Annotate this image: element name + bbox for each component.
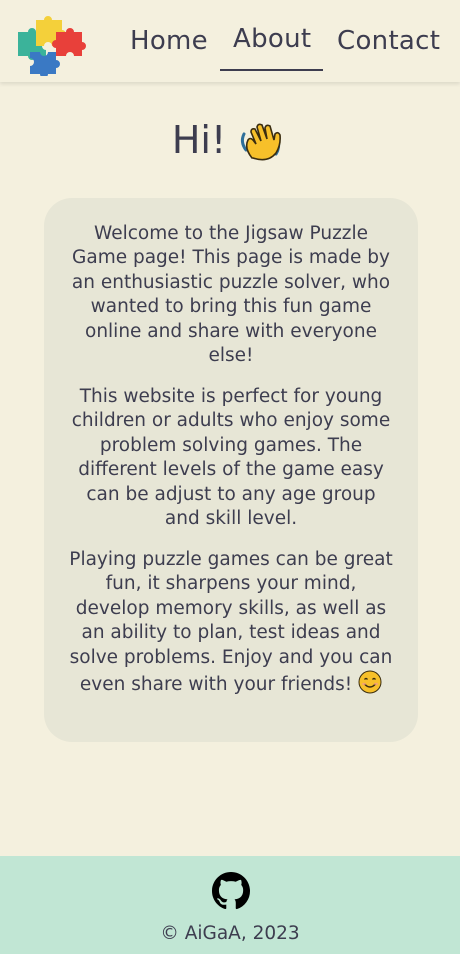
waving-hand-icon — [240, 123, 281, 161]
site-header: Home About Contact — [0, 0, 460, 82]
about-paragraph-benefits: Playing puzzle games can be great fun, i… — [68, 548, 394, 697]
page-title-text: Hi! — [171, 118, 227, 162]
github-icon[interactable] — [212, 872, 250, 910]
nav-home-link[interactable]: Home — [130, 26, 208, 56]
site-footer: © AiGaA, 2023 — [0, 856, 460, 954]
about-paragraph-benefits-text: Playing puzzle games can be great fun, i… — [69, 549, 393, 696]
puzzle-logo-icon[interactable] — [12, 10, 86, 76]
about-paragraph-audience: This website is perfect for young childr… — [71, 386, 391, 530]
about-paragraph-welcome: Welcome to the Jigsaw Puzzle Game page! … — [71, 223, 391, 367]
copyright-text: © AiGaA, 2023 — [160, 923, 300, 944]
nav-contact-link[interactable]: Contact — [337, 26, 440, 56]
smiling-face-icon — [358, 670, 382, 694]
page-title: Hi! — [0, 118, 460, 162]
nav-about-link[interactable]: About — [233, 24, 311, 54]
active-nav-underline — [220, 69, 323, 71]
about-card: Welcome to the Jigsaw Puzzle Game page! … — [44, 198, 418, 742]
